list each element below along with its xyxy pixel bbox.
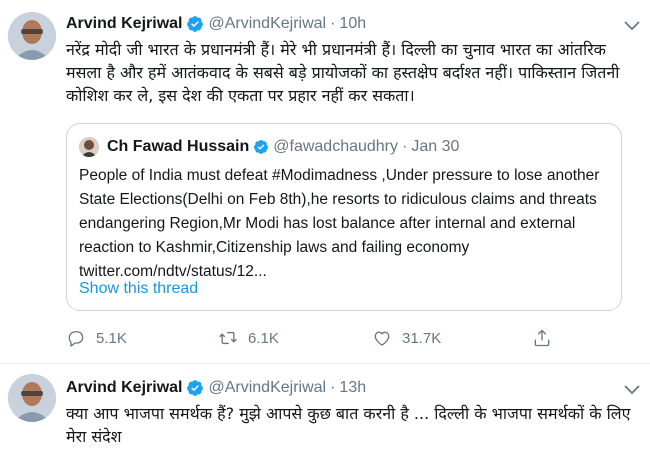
share-button[interactable] bbox=[532, 328, 562, 348]
verified-badge-icon bbox=[254, 140, 269, 154]
retweet-icon bbox=[219, 331, 237, 345]
avatar-image bbox=[8, 374, 56, 422]
separator-dot: · bbox=[402, 138, 408, 155]
quoted-tweet[interactable]: Ch Fawad Hussain @fawadchaudhry · Jan 30… bbox=[66, 123, 622, 311]
author-name[interactable]: Arvind Kejriwal bbox=[66, 379, 182, 397]
tweet-time[interactable]: 10h bbox=[339, 15, 366, 33]
retweet-count: 6.1K bbox=[248, 329, 279, 347]
share-icon bbox=[534, 329, 550, 347]
like-icon bbox=[374, 331, 390, 346]
separator-dot: · bbox=[330, 379, 336, 396]
avatar[interactable] bbox=[8, 12, 56, 60]
tweet[interactable]: Arvind Kejriwal @ArvindKejriwal · 10h नर… bbox=[0, 0, 650, 364]
like-button[interactable]: 31.7K bbox=[372, 328, 441, 348]
tweet-text: नरेंद्र मोदी जी भारत के प्रधानमंत्री हैं… bbox=[66, 40, 620, 105]
reply-count: 5.1K bbox=[96, 329, 127, 347]
reply-button[interactable]: 5.1K bbox=[66, 328, 127, 348]
chevron-down-icon[interactable] bbox=[622, 382, 642, 396]
quoted-author-handle[interactable]: @fawadchaudhry bbox=[273, 138, 398, 156]
separator-dot: · bbox=[330, 15, 336, 32]
tweet-time[interactable]: 13h bbox=[339, 379, 366, 397]
verified-badge-icon bbox=[187, 16, 204, 32]
quoted-author-name[interactable]: Ch Fawad Hussain bbox=[107, 138, 249, 156]
verified-badge-icon bbox=[187, 380, 204, 396]
quoted-avatar bbox=[79, 137, 99, 157]
tweet-actions: 5.1K 6.1K 31.7K bbox=[66, 328, 626, 354]
quoted-tweet-text: People of India must defeat #Modimadness… bbox=[79, 167, 600, 280]
like-count: 31.7K bbox=[402, 329, 442, 347]
quoted-avatar-image bbox=[79, 137, 99, 157]
avatar[interactable] bbox=[8, 374, 56, 422]
retweet-button[interactable]: 6.1K bbox=[218, 328, 279, 348]
author-handle[interactable]: @ArvindKejriwal bbox=[208, 15, 326, 33]
show-thread-link[interactable]: Show this thread bbox=[79, 280, 198, 298]
tweet-header: Arvind Kejriwal @ArvindKejriwal · 13h bbox=[66, 377, 366, 399]
tweet-text: क्या आप भाजपा समर्थक हैं? मुझे आपसे कुछ … bbox=[66, 404, 631, 446]
chevron-down-icon[interactable] bbox=[622, 18, 642, 32]
author-handle[interactable]: @ArvindKejriwal bbox=[208, 379, 326, 397]
tweet-header: Arvind Kejriwal @ArvindKejriwal · 10h bbox=[66, 13, 366, 35]
reply-icon bbox=[68, 331, 84, 347]
author-name[interactable]: Arvind Kejriwal bbox=[66, 15, 182, 33]
quoted-header: Ch Fawad Hussain @fawadchaudhry · Jan 30 bbox=[107, 136, 459, 158]
quoted-tweet-time[interactable]: Jan 30 bbox=[411, 138, 459, 156]
avatar-image bbox=[8, 12, 56, 60]
tweet[interactable]: Arvind Kejriwal @ArvindKejriwal · 13h क्… bbox=[0, 364, 650, 451]
